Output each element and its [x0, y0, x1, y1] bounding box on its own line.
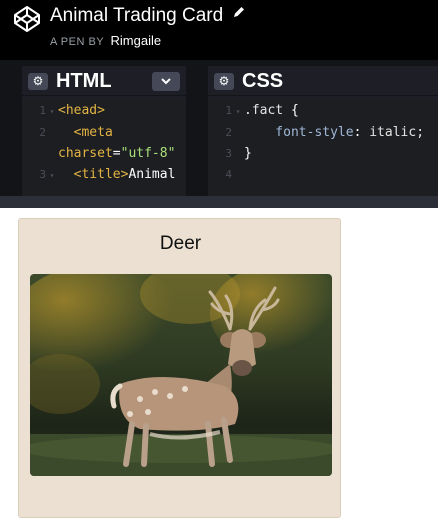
- fold-arrow-icon[interactable]: ▾: [46, 165, 58, 186]
- line-number: 2: [225, 126, 232, 139]
- resize-divider[interactable]: [0, 196, 438, 208]
- code-token: Animal: [128, 167, 176, 182]
- code-line[interactable]: 3 ▾ <title>Animal: [22, 164, 186, 186]
- code-token: .fact: [244, 103, 291, 118]
- code-line[interactable]: charset="utf-8": [22, 143, 186, 164]
- code-token: italic;: [369, 125, 425, 140]
- line-number: 1: [225, 104, 232, 117]
- fold-arrow-icon[interactable]: ▾: [46, 101, 58, 122]
- deer-image-icon: [30, 274, 332, 476]
- pencil-icon[interactable]: [232, 5, 246, 19]
- line-number: 1: [39, 104, 46, 117]
- code-token: <head>: [58, 103, 105, 118]
- line-number: 2: [39, 126, 46, 139]
- code-token: "utf-8": [120, 146, 176, 161]
- pen-byline: A PEN BY Rimgaile: [50, 33, 161, 48]
- card-name: Deer: [159, 233, 202, 254]
- css-settings-button[interactable]: ⚙: [214, 73, 234, 90]
- line-number: 3: [225, 147, 232, 160]
- code-token: charset: [58, 146, 113, 161]
- editor-area: ⚙ HTML 1 ▾ <head> 2 <meta charset="utf-8" 3 ▾ …: [0, 60, 438, 208]
- code-token: :: [353, 125, 370, 140]
- code-token: <meta: [58, 125, 113, 140]
- codepen-logo-icon[interactable]: [12, 4, 42, 34]
- code-token: <title>: [58, 167, 129, 182]
- code-line[interactable]: 2 font-style: italic;: [208, 122, 438, 143]
- deer-photo: [30, 274, 332, 476]
- line-number: 3: [39, 168, 46, 181]
- css-editor-header: ⚙ CSS: [208, 66, 438, 96]
- html-options-button[interactable]: [152, 72, 180, 91]
- code-line[interactable]: 1 ▾ .fact {: [208, 100, 438, 122]
- code-line[interactable]: 1 ▾ <head>: [22, 100, 186, 122]
- css-editor-pane: ⚙ CSS 1 ▾ .fact {2 font-style: italic; 3} 4: [208, 66, 438, 196]
- preview-area: Deer: [0, 208, 438, 518]
- code-token: }: [244, 146, 252, 161]
- code-line[interactable]: 2 <meta: [22, 122, 186, 143]
- gear-icon: ⚙: [32, 74, 44, 88]
- css-code-editor[interactable]: 1 ▾ .fact {2 font-style: italic; 3} 4: [208, 100, 438, 196]
- line-number: 4: [225, 168, 232, 181]
- code-token: font-style: [244, 125, 354, 140]
- byline-prefix: A PEN BY: [50, 36, 104, 48]
- code-token: {: [290, 103, 299, 118]
- pen-title[interactable]: Animal Trading Card: [50, 5, 223, 27]
- html-code-editor[interactable]: 1 ▾ <head> 2 <meta charset="utf-8" 3 ▾ <title>…: [22, 100, 186, 196]
- code-line[interactable]: 4: [208, 164, 438, 185]
- html-editor-header: ⚙ HTML: [22, 66, 186, 96]
- author-link[interactable]: Rimgaile: [111, 33, 162, 48]
- top-bar: Animal Trading Card A PEN BY Rimgaile: [0, 0, 438, 60]
- css-editor-title: CSS: [242, 70, 284, 92]
- chevron-down-icon: [161, 78, 171, 85]
- code-token: =: [112, 146, 121, 161]
- html-editor-pane: ⚙ HTML 1 ▾ <head> 2 <meta charset="utf-8" 3 ▾ …: [22, 66, 186, 196]
- html-settings-button[interactable]: ⚙: [28, 73, 48, 90]
- code-line[interactable]: 3}: [208, 143, 438, 164]
- html-editor-title: HTML: [56, 70, 112, 92]
- gear-icon: ⚙: [218, 74, 230, 88]
- fold-arrow-icon[interactable]: ▾: [232, 101, 244, 122]
- trading-card: Deer: [18, 218, 341, 518]
